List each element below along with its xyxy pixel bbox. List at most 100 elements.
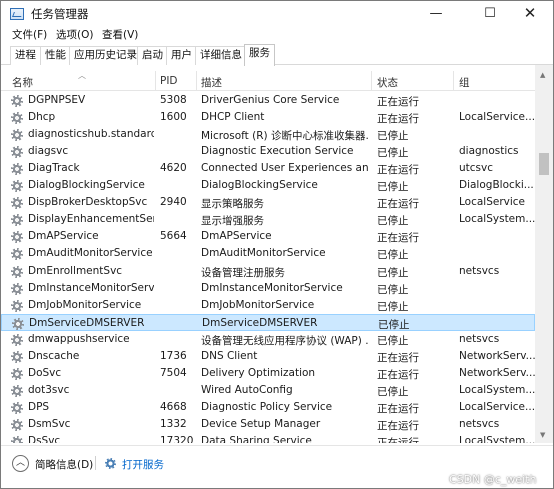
table-row[interactable]: dmwappushservice 设备管理无线应用程序协议 (WAP) ... 已停…	[1, 331, 535, 348]
menu-file[interactable]: 文件(F)	[9, 27, 50, 42]
scrollbar-thumb[interactable]	[539, 153, 549, 175]
gear-icon	[11, 265, 23, 278]
tab-processes[interactable]: 进程	[10, 46, 41, 65]
service-status: 正在运行	[377, 402, 419, 415]
column-header-name[interactable]: 名称	[12, 75, 33, 90]
service-group: LocalService	[459, 196, 526, 209]
tab-startup[interactable]: 启动	[137, 46, 168, 65]
service-description: 设备管理无线应用程序协议 (WAP) ...	[201, 334, 369, 347]
service-description: Delivery Optimization	[201, 366, 316, 379]
table-row[interactable]: DGPNPSEV 5308 DriverGenius Core Service 正在运…	[1, 92, 535, 109]
service-name: DoSvc	[28, 366, 62, 379]
column-header-group[interactable]: 组	[459, 75, 470, 90]
table-row[interactable]: DialogBlockingService DialogBlockingServi…	[1, 177, 535, 194]
service-status: 正在运行	[377, 437, 419, 443]
service-status: 正在运行	[377, 198, 419, 211]
table-row[interactable]: DPS 4668 Diagnostic Policy Service 正在运行 Loca…	[1, 399, 535, 416]
service-status: 已停止	[377, 249, 409, 262]
table-row[interactable]: DoSvc 7504 Delivery Optimization 正在运行 Networ…	[1, 365, 535, 382]
service-name: dmwappushservice	[28, 332, 130, 345]
table-row[interactable]: DmAuditMonitorService DmAuditMonitorServi…	[1, 245, 535, 262]
table-row[interactable]: diagnosticshub.standard... Microsoft (R) …	[1, 126, 535, 143]
gear-icon	[11, 333, 23, 346]
table-row[interactable]: dot3svc Wired AutoConfig 已停止 LocalSystem...	[1, 382, 535, 399]
gear-icon	[11, 95, 23, 107]
service-description: Wired AutoConfig	[201, 383, 293, 396]
service-description: 显示策略服务	[201, 198, 264, 211]
service-description: Diagnostic Policy Service	[201, 400, 333, 413]
minimize-button[interactable]: —	[413, 1, 459, 26]
table-row[interactable]: Dhcp 1600 DHCP Client 正在运行 LocalService...	[1, 109, 535, 126]
service-group: LocalSystem...	[459, 213, 535, 226]
gear-icon	[11, 129, 23, 142]
task-manager-icon	[10, 8, 24, 20]
service-description: DmAPService	[201, 230, 272, 243]
service-description: Microsoft (R) 诊断中心标准收集器...	[201, 130, 369, 143]
scroll-up-icon[interactable]: ▲	[540, 71, 545, 79]
tab-services[interactable]: 服务	[244, 44, 275, 66]
column-header-description[interactable]: 描述	[201, 75, 222, 90]
service-name: DiagTrack	[28, 162, 80, 175]
service-group: netsvcs	[459, 332, 500, 345]
menu-options[interactable]: 选项(O)	[53, 27, 96, 42]
tab-performance[interactable]: 性能	[40, 46, 71, 65]
service-pid: 5664	[160, 230, 187, 243]
table-row[interactable]: Dnscache 1736 DNS Client 正在运行 NetworkServ...	[1, 348, 535, 365]
service-description: Data Sharing Service	[201, 435, 312, 443]
chevron-up-icon[interactable]: ︿	[12, 455, 29, 472]
table-row[interactable]: DmInstanceMonitorServi... DmInstanceMonit…	[1, 280, 535, 297]
service-description: Diagnostic Execution Service	[201, 145, 354, 158]
table-row[interactable]: DmServiceDMSERVER DmServiceDMSERVER 已停止	[1, 313, 535, 331]
service-pid: 2940	[160, 196, 187, 209]
table-row[interactable]: diagsvc Diagnostic Execution Service 已停止 di…	[1, 143, 535, 160]
menu-bar: 文件(F) 选项(O) 查看(V)	[1, 26, 553, 44]
table-row[interactable]: DisplayEnhancementServ... 显示增强服务 已停止 LocalS…	[1, 211, 535, 228]
service-name: DmAuditMonitorService	[28, 247, 153, 260]
title-bar[interactable]: 任务管理器 — ☐ ✕	[1, 1, 553, 26]
gear-icon	[11, 112, 23, 125]
service-status: 已停止	[378, 318, 410, 331]
service-status: 正在运行	[377, 351, 419, 364]
column-divider[interactable]	[453, 71, 454, 91]
fewer-details-link[interactable]: 简略信息(D)	[35, 457, 93, 472]
service-name: DisplayEnhancementServ...	[28, 213, 154, 226]
table-row[interactable]: DsSvc 17320 Data Sharing Service 正在运行 LocalS…	[1, 433, 535, 443]
table-row[interactable]: DmEnrollmentSvc 设备管理注册服务 已停止 netsvcs	[1, 263, 535, 280]
tab-users[interactable]: 用户	[166, 46, 197, 65]
close-button[interactable]: ✕	[507, 1, 553, 26]
tab-app-history[interactable]: 应用历史记录	[69, 46, 142, 65]
service-pid: 4620	[160, 162, 187, 175]
column-divider[interactable]	[196, 71, 197, 91]
service-description: DriverGenius Core Service	[201, 94, 340, 106]
table-row[interactable]: DiagTrack 4620 Connected User Experiences …	[1, 160, 535, 177]
scroll-down-icon[interactable]: ▼	[540, 431, 545, 439]
service-status: 正在运行	[377, 113, 419, 126]
service-status: 已停止	[377, 181, 409, 194]
column-divider[interactable]	[371, 71, 372, 91]
gear-icon	[11, 418, 23, 431]
column-header-status[interactable]: 状态	[377, 75, 398, 90]
column-divider[interactable]	[155, 71, 156, 91]
service-name: diagnosticshub.standard...	[28, 128, 154, 141]
menu-view[interactable]: 查看(V)	[99, 27, 141, 42]
open-services-link[interactable]: 打开服务	[122, 457, 164, 472]
service-status: 正在运行	[377, 164, 419, 177]
footer-divider	[95, 456, 96, 470]
table-row[interactable]: DmJobMonitorService DmJobMonitorService 已停…	[1, 297, 535, 314]
vertical-scrollbar[interactable]: ▲ ▼	[535, 65, 553, 443]
column-header-pid[interactable]: PID	[160, 75, 178, 87]
table-row[interactable]: DispBrokerDesktopSvc 2940 显示策略服务 正在运行 LocalS…	[1, 194, 535, 211]
gear-icon	[11, 282, 23, 295]
service-group: LocalSystem...	[459, 383, 535, 396]
service-status: 正在运行	[377, 232, 419, 245]
service-description: DNS Client	[201, 349, 258, 362]
service-status: 正在运行	[377, 419, 419, 432]
table-row[interactable]: DsmSvc 1332 Device Setup Manager 正在运行 netsvc…	[1, 416, 535, 433]
tab-details[interactable]: 详细信息	[195, 46, 247, 65]
table-row[interactable]: DmAPService 5664 DmAPService 正在运行	[1, 228, 535, 245]
service-description: 设备管理注册服务	[201, 266, 285, 279]
service-pid: 1736	[160, 349, 187, 362]
service-status: 已停止	[377, 266, 409, 279]
window-title: 任务管理器	[31, 7, 89, 21]
services-list: DGPNPSEV 5308 DriverGenius Core Service 正在运…	[1, 92, 535, 443]
